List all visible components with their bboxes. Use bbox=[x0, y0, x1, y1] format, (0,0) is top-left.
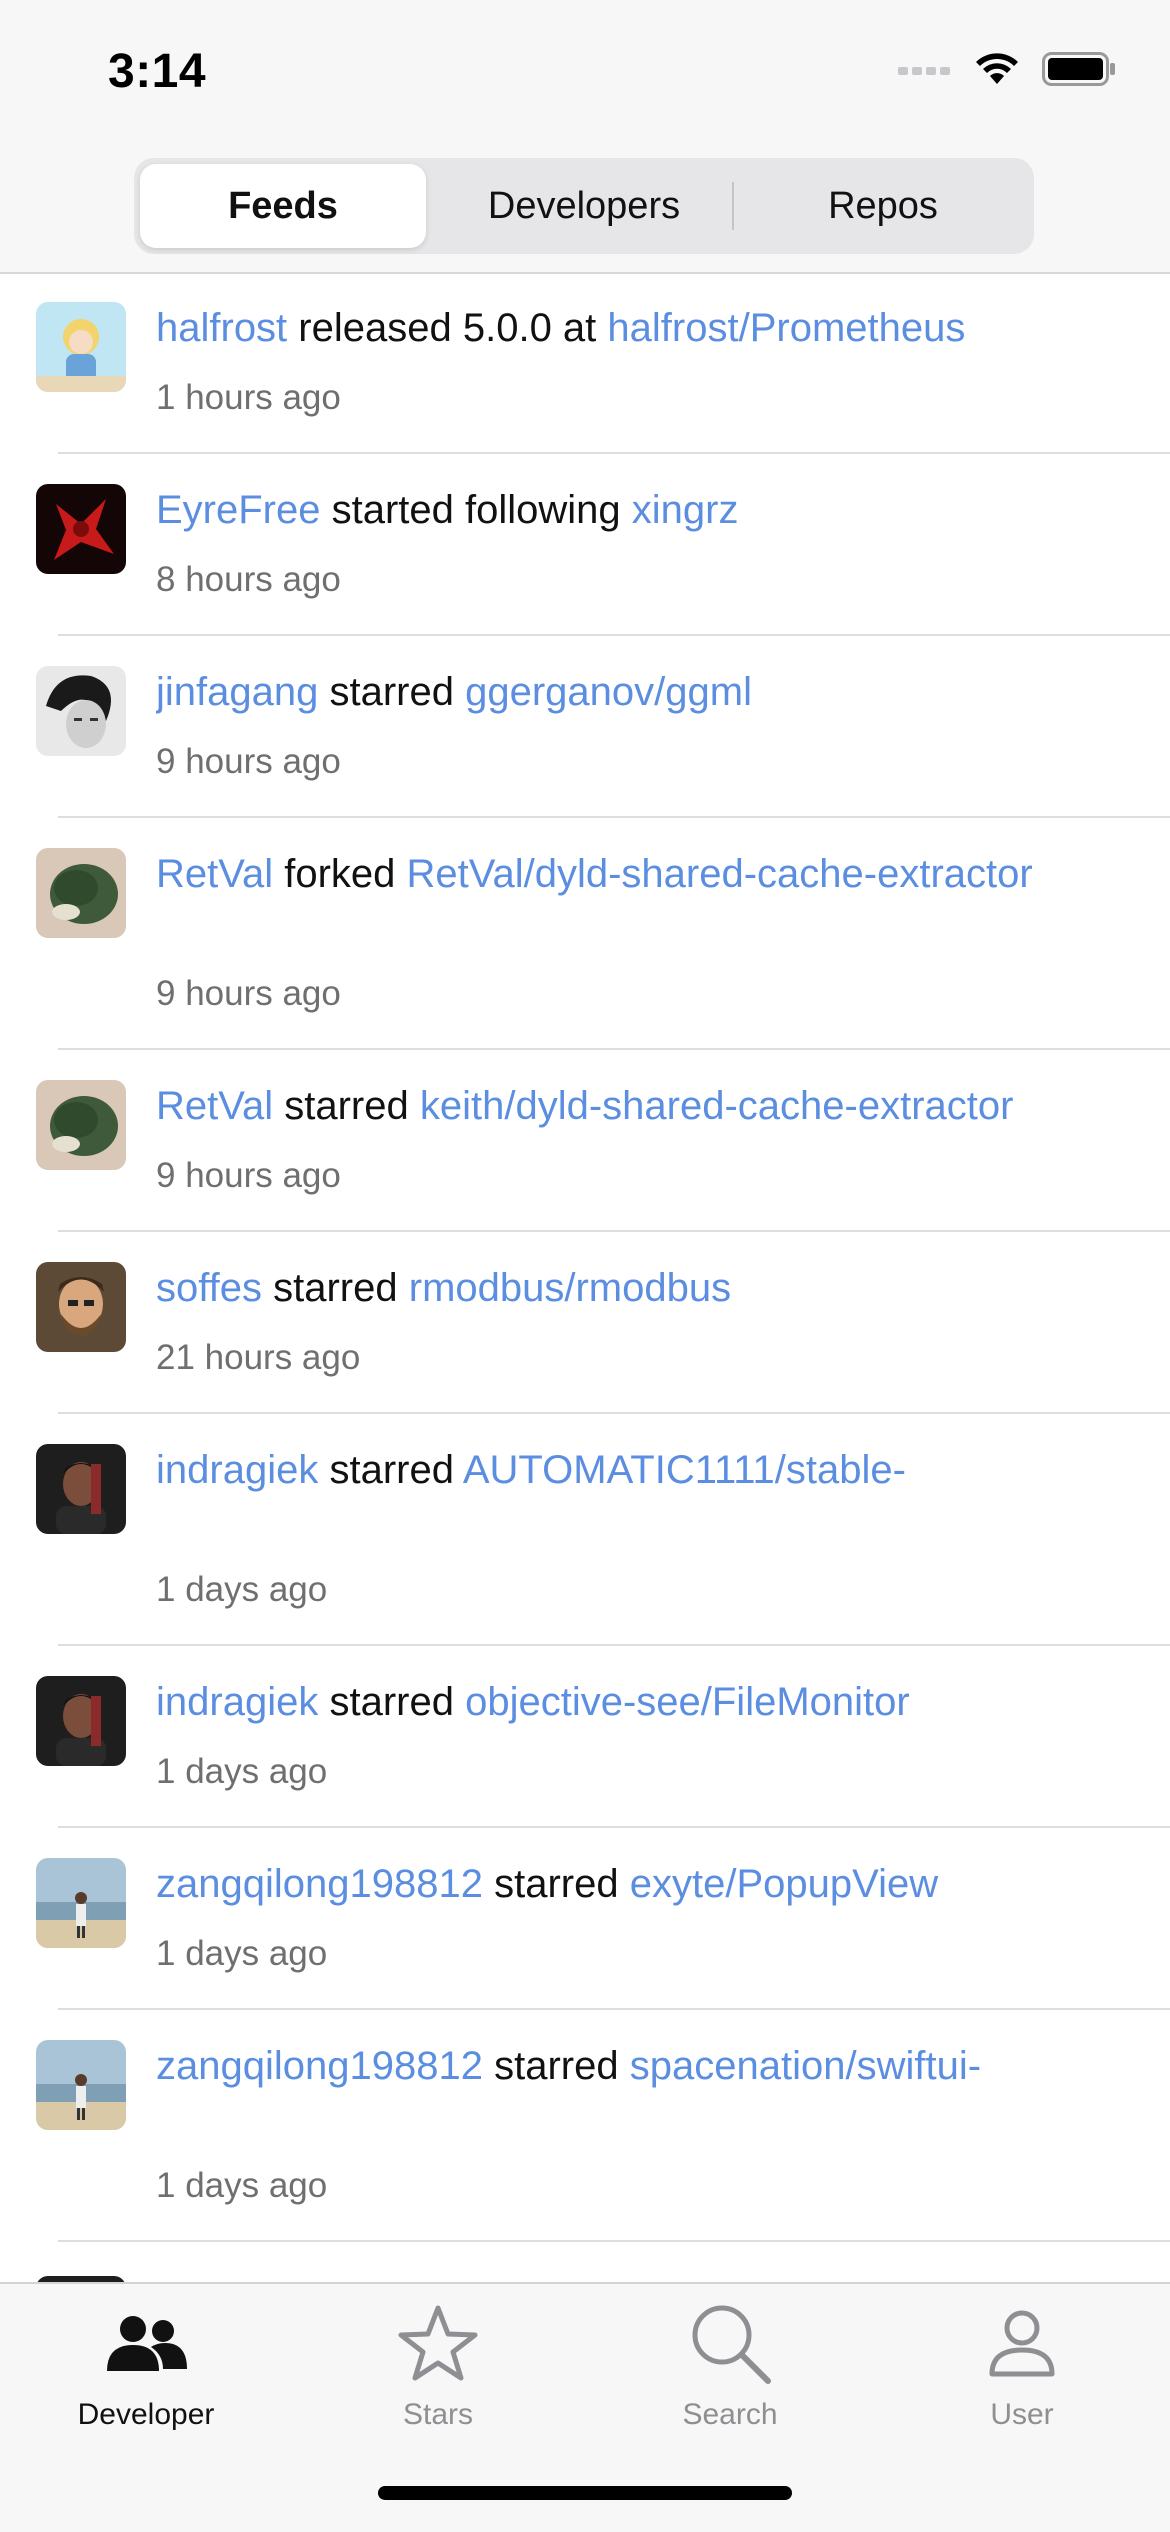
feed-item[interactable]: soffes starred rmodbus/rmodbus 21 hours … bbox=[0, 1232, 1170, 1414]
avatar[interactable] bbox=[36, 2040, 126, 2130]
wifi-icon bbox=[976, 53, 1018, 84]
feed-item-text: zangqilong198812 starred exyte/PopupView bbox=[156, 1854, 1140, 1914]
feed-item[interactable]: RetVal forked RetVal/dyld-shared-cache-e… bbox=[0, 818, 1170, 1050]
feed-list: halfrost released 5.0.0 at halfrost/Prom… bbox=[0, 272, 1170, 2282]
feed-item[interactable]: jinfagang starred ggerganov/ggml 9 hours… bbox=[0, 636, 1170, 818]
feed-time: 1 days ago bbox=[156, 1752, 328, 1791]
feed-item[interactable]: indragiek starred objective-see/FileMoni… bbox=[0, 1646, 1170, 1828]
feed-time: 1 days ago bbox=[156, 2166, 328, 2205]
feed-item-text: RetVal forked RetVal/dyld-shared-cache-e… bbox=[156, 844, 1140, 904]
user-link[interactable]: EyreFree bbox=[156, 488, 321, 532]
feed-item[interactable]: halfrost released 5.0.0 at halfrost/Prom… bbox=[0, 272, 1170, 454]
feed-item-text: indragiek starred objective-see/FileMoni… bbox=[156, 1672, 1140, 1732]
tab-label: Search bbox=[682, 2398, 778, 2431]
avatar[interactable] bbox=[36, 848, 126, 938]
tab-label: User bbox=[990, 2398, 1054, 2431]
target-link[interactable]: halfrost/Prometheus bbox=[607, 306, 965, 350]
tab-stars[interactable]: Stars bbox=[292, 2298, 584, 2448]
target-link[interactable]: rmodbus/rmodbus bbox=[409, 1266, 731, 1310]
segment-developers[interactable]: Developers bbox=[441, 164, 727, 248]
target-link[interactable]: xingrz bbox=[632, 488, 739, 532]
target-link[interactable]: RetVal/dyld-shared-cache-extractor bbox=[407, 852, 1033, 896]
tab-search[interactable]: Search bbox=[584, 2298, 876, 2448]
target-link[interactable]: objective-see/FileMonitor bbox=[465, 1680, 910, 1724]
status-icons bbox=[898, 52, 1116, 86]
action-text: starred bbox=[494, 1862, 619, 1906]
avatar[interactable] bbox=[36, 1262, 126, 1352]
avatar[interactable] bbox=[36, 666, 126, 756]
user-link[interactable]: indragiek bbox=[156, 1680, 318, 1724]
feed-item[interactable]: EyreFree started following xingrz 8 hour… bbox=[0, 454, 1170, 636]
user-link[interactable]: RetVal bbox=[156, 1084, 273, 1128]
feed-item[interactable]: zangqilong198812 starred exyte/PopupView… bbox=[0, 1828, 1170, 2010]
user-link[interactable]: zangqilong198812 bbox=[156, 2044, 483, 2088]
feed-time: 21 hours ago bbox=[156, 1338, 361, 1377]
feed-item[interactable]: indragiek starred AUTOMATIC1111/stable- … bbox=[0, 1414, 1170, 1646]
avatar[interactable] bbox=[36, 484, 126, 574]
tab-label: Developer bbox=[77, 2398, 215, 2431]
action-text: starred bbox=[284, 1084, 409, 1128]
action-text: starred bbox=[329, 1680, 454, 1724]
status-bar: 3:14 bbox=[0, 0, 1170, 150]
segment-feeds[interactable]: Feeds bbox=[140, 164, 426, 248]
user-link[interactable]: halfrost bbox=[156, 306, 287, 350]
target-link[interactable]: ggerganov/ggml bbox=[465, 670, 752, 714]
user-link[interactable]: zangqilong198812 bbox=[156, 1862, 483, 1906]
feed-item-text: indragiek starred AUTOMATIC1111/stable- bbox=[156, 1440, 1140, 1500]
feed-item-text: RetVal starred keith/dyld-shared-cache-e… bbox=[156, 1076, 1140, 1136]
target-link[interactable]: keith/dyld-shared-cache-extractor bbox=[420, 1084, 1014, 1128]
status-time: 3:14 bbox=[108, 45, 207, 98]
user-link[interactable]: RetVal bbox=[156, 852, 273, 896]
cellular-signal-icon bbox=[898, 67, 950, 75]
feed-time: 9 hours ago bbox=[156, 742, 341, 781]
action-text: forked bbox=[284, 852, 396, 896]
avatar[interactable] bbox=[36, 1444, 126, 1534]
avatar[interactable] bbox=[36, 302, 126, 392]
feed-item-text: zangqilong198812 starred spacenation/swi… bbox=[156, 2036, 1140, 2096]
segment-divider bbox=[732, 182, 734, 230]
feed-time: 1 hours ago bbox=[156, 378, 341, 417]
feed-item[interactable]: zangqilong198812 starred spacenation/swi… bbox=[0, 2010, 1170, 2242]
action-text: starred bbox=[494, 2044, 619, 2088]
feed-item-text: halfrost released 5.0.0 at halfrost/Prom… bbox=[156, 298, 1140, 358]
action-text: released 5.0.0 at bbox=[298, 306, 597, 350]
action-text: starred bbox=[329, 670, 455, 714]
user-link[interactable]: jinfagang bbox=[156, 670, 318, 714]
feed-time: 1 days ago bbox=[156, 1934, 328, 1973]
avatar[interactable] bbox=[36, 1858, 126, 1948]
feed-item-text: EyreFree started following xingrz bbox=[156, 480, 1140, 540]
avatar[interactable] bbox=[36, 1676, 126, 1766]
feed-item-partial[interactable] bbox=[0, 2242, 1170, 2282]
feed-item-text: soffes starred rmodbus/rmodbus bbox=[156, 1258, 1140, 1318]
action-text: starred bbox=[329, 1448, 454, 1492]
tab-user[interactable]: User bbox=[876, 2298, 1168, 2448]
magnifier-icon bbox=[685, 2298, 775, 2388]
target-link[interactable]: AUTOMATIC1111/stable- bbox=[463, 1448, 906, 1492]
avatar[interactable] bbox=[36, 1080, 126, 1170]
feed-time: 9 hours ago bbox=[156, 974, 341, 1013]
feed-item-text: jinfagang starred ggerganov/ggml bbox=[156, 662, 1140, 722]
person-icon bbox=[977, 2298, 1067, 2388]
action-text: starred bbox=[273, 1266, 398, 1310]
feed-time: 8 hours ago bbox=[156, 560, 341, 599]
feed-time: 9 hours ago bbox=[156, 1156, 341, 1195]
feed-item[interactable]: RetVal starred keith/dyld-shared-cache-e… bbox=[0, 1050, 1170, 1232]
action-text: started following bbox=[331, 488, 621, 532]
tab-developer[interactable]: Developer bbox=[0, 2298, 292, 2448]
user-link[interactable]: soffes bbox=[156, 1266, 262, 1310]
top-header: Feeds Developers Repos bbox=[0, 150, 1170, 274]
segment-repos[interactable]: Repos bbox=[740, 164, 1026, 248]
tab-label: Stars bbox=[402, 2398, 474, 2431]
people-icon bbox=[101, 2298, 191, 2388]
feed-time: 1 days ago bbox=[156, 1570, 328, 1609]
segmented-control: Feeds Developers Repos bbox=[134, 158, 1034, 254]
battery-icon bbox=[1042, 52, 1115, 86]
user-link[interactable]: indragiek bbox=[156, 1448, 318, 1492]
target-link[interactable]: spacenation/swiftui- bbox=[630, 2044, 981, 2088]
home-indicator[interactable] bbox=[378, 2486, 792, 2500]
target-link[interactable]: exyte/PopupView bbox=[630, 1862, 938, 1906]
star-icon bbox=[393, 2298, 483, 2388]
